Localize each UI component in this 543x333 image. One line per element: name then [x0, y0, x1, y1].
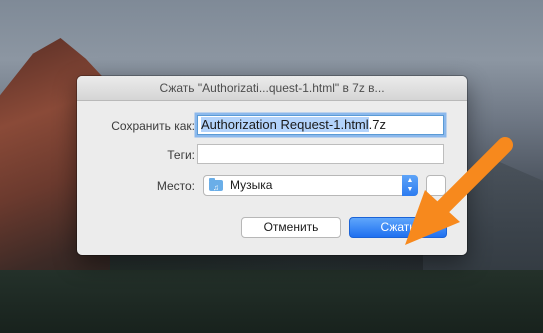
save-as-selected-text: Authorization Request-1.html — [201, 117, 369, 132]
dialog-title: Сжать "Authorizati...quest-1.html" в 7z … — [77, 76, 467, 101]
location-value: Музыка — [230, 178, 273, 192]
save-as-label: Сохранить как: — [111, 119, 195, 133]
tags-row: Теги: — [77, 144, 467, 166]
save-as-input[interactable]: Authorization Request-1.html.7z — [197, 115, 444, 135]
location-label: Место: — [156, 179, 195, 193]
cancel-button[interactable]: Отменить — [241, 217, 341, 238]
tags-label: Теги: — [167, 148, 195, 162]
save-as-row: Сохранить как: Authorization Request-1.h… — [77, 115, 467, 137]
compress-button[interactable]: Сжать — [349, 217, 447, 238]
compress-dialog: Сжать "Authorizati...quest-1.html" в 7z … — [77, 76, 467, 255]
wallpaper-forest — [0, 270, 543, 333]
chevron-up-down-icon: ▲ ▼ — [402, 175, 418, 196]
expand-button[interactable] — [426, 175, 446, 196]
location-row: Место: ♫ Музыка ▲ ▼ — [77, 175, 467, 197]
location-select[interactable]: ♫ Музыка ▲ ▼ — [203, 175, 418, 196]
music-folder-icon: ♫ — [209, 178, 223, 192]
tags-input[interactable] — [197, 144, 444, 164]
save-as-suffix: .7z — [368, 117, 386, 132]
